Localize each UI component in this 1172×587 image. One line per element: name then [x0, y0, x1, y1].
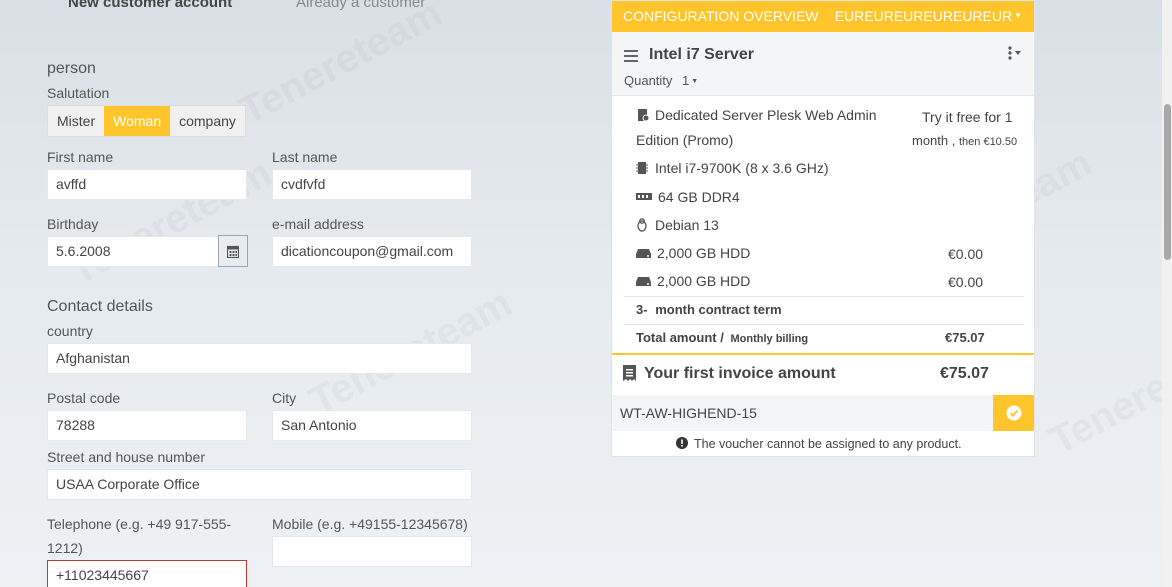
email-label: e-mail address [272, 216, 364, 232]
quantity-label: Quantity [624, 73, 673, 88]
person-section-title: person [47, 60, 96, 77]
apply-voucher-button[interactable] [993, 395, 1034, 431]
product-header: Intel i7 Server Quantity 1 ▼ [612, 32, 1034, 96]
quantity-value: 1 [682, 73, 690, 88]
config-item-os: Debian 13 [636, 217, 719, 235]
birthday-field[interactable]: 5.6.2008 [47, 236, 219, 267]
product-options-button[interactable] [1007, 46, 1023, 65]
config-item-hdd: 2,000 GB HDD [636, 245, 750, 263]
invoice-summary: Your first invoice amount €75.07 [612, 353, 1034, 395]
item-price-line1: Try it free for 1 [922, 109, 1013, 125]
cpu-icon [636, 162, 648, 174]
mobile-field[interactable] [272, 536, 472, 567]
postal-code-label: Postal code [47, 390, 121, 406]
scrollbar-track[interactable] [1162, 0, 1172, 587]
tab-existing-customer[interactable]: Already a customer [296, 0, 425, 11]
product-name: Intel i7 Server [649, 46, 754, 63]
contract-term: 3- month contract term [636, 302, 782, 317]
hdd-icon [636, 249, 651, 258]
item-price: €0.00 [948, 274, 984, 290]
contact-section-title: Contact details [47, 298, 153, 315]
item-text: 2,000 GB HDD [657, 273, 751, 289]
hdd-icon [636, 277, 651, 286]
voucher-message-text: The voucher cannot be assigned to any pr… [694, 437, 962, 451]
mobile-label: Mobile (e.g. +49155-12345678) [272, 516, 468, 532]
city-label: City [272, 390, 297, 406]
street-label: Street and house number [47, 449, 205, 465]
salutation-label: Salutation [47, 85, 110, 101]
voucher-error-message: The voucher cannot be assigned to any pr… [676, 437, 962, 451]
item-text-line2: Edition (Promo) [636, 132, 734, 148]
total-label: Total amount / [636, 330, 724, 345]
price-small: then €10.50 [958, 136, 1018, 148]
salutation-option-woman[interactable]: Woman [104, 106, 171, 136]
item-text: Debian 13 [655, 217, 719, 233]
menu-icon[interactable] [624, 50, 638, 62]
item-text: Intel i7-9700K (8 x 3.6 GHz) [655, 160, 829, 176]
config-item-hdd: 2,000 GB HDD [636, 273, 750, 291]
telephone-field[interactable]: +11023445667 [47, 560, 247, 587]
total-amount-value: €75.07 [945, 330, 985, 345]
first-name-field[interactable]: avffd [47, 169, 247, 200]
plesk-icon [638, 109, 650, 122]
birthday-label: Birthday [47, 216, 99, 232]
invoice-label: Your first invoice amount [644, 365, 836, 382]
caret-down-icon: ▼ [691, 78, 699, 85]
last-name-label: Last name [272, 149, 338, 165]
kebab-menu-icon [1008, 46, 1021, 60]
divider [624, 324, 1024, 325]
check-circle-icon [1006, 405, 1021, 421]
calendar-button[interactable] [218, 235, 248, 267]
item-text: 64 GB DDR4 [658, 189, 740, 205]
postal-code-field[interactable]: 78288 [47, 410, 247, 441]
street-field[interactable]: USAA Corporate Office [47, 469, 472, 500]
email-field[interactable]: dicationcoupon@gmail.com [272, 236, 472, 267]
contract-term-number: 3- [636, 302, 648, 317]
config-item-plesk: Dedicated Server Plesk Web Admin [636, 107, 877, 125]
telephone-label: Telephone (e.g. +49 917-555-1212) [47, 516, 232, 556]
voucher-code-field[interactable]: WT-AW-HIGHEND-15 [620, 405, 757, 421]
warning-icon [676, 437, 688, 449]
billing-cycle: Monthly billing [730, 333, 809, 345]
city-field[interactable]: San Antonio [272, 410, 472, 441]
country-label: country [47, 323, 93, 339]
invoice-value: €75.07 [940, 365, 989, 382]
country-select[interactable]: Afghanistan [47, 343, 472, 374]
currency-value: EUREUREUREUREUREUR [834, 8, 1013, 24]
price-main: month , [912, 133, 956, 148]
salutation-option-mister[interactable]: Mister [48, 106, 104, 136]
item-price: €0.00 [948, 246, 984, 262]
item-text: 2,000 GB HDD [657, 245, 751, 261]
panel-header: CONFIGURATION OVERVIEW EUREUREUREUREUREU… [612, 1, 1034, 32]
salutation-option-company[interactable]: company [170, 106, 245, 136]
caret-down-icon: ▼ [1014, 11, 1022, 20]
first-name-label: First name [47, 149, 114, 165]
calendar-icon [227, 245, 239, 258]
divider [624, 296, 1024, 297]
configuration-overview-panel: CONFIGURATION OVERVIEW EUREUREUREUREUREU… [611, 0, 1035, 457]
item-price-line2: month , then €10.50 [912, 133, 1017, 148]
ram-icon [636, 193, 652, 200]
config-item-ram: 64 GB DDR4 [636, 189, 740, 207]
watermark: Tenereteam [1042, 320, 1172, 464]
salutation-selector: Mister Woman company [47, 105, 246, 137]
voucher-row: WT-AW-HIGHEND-15 [612, 395, 1034, 431]
currency-selector[interactable]: EUREUREUREUREUREUR ▼ [835, 8, 1022, 24]
scrollbar-thumb[interactable] [1164, 104, 1171, 260]
item-text: Dedicated Server Plesk Web Admin [655, 107, 877, 123]
watermark: Tenereteam [232, 0, 449, 134]
quantity-selector[interactable]: Quantity 1 ▼ [624, 73, 698, 88]
total-amount-label: Total amount / Monthly billing [636, 330, 808, 345]
linux-icon [637, 218, 647, 232]
config-item-cpu: Intel i7-9700K (8 x 3.6 GHz) [636, 160, 829, 178]
receipt-icon [623, 365, 636, 381]
panel-title: CONFIGURATION OVERVIEW [623, 8, 819, 24]
tab-new-customer[interactable]: New customer account [68, 0, 232, 11]
contract-term-text: month contract term [655, 302, 782, 317]
last-name-field[interactable]: cvdfvfd [272, 169, 472, 200]
